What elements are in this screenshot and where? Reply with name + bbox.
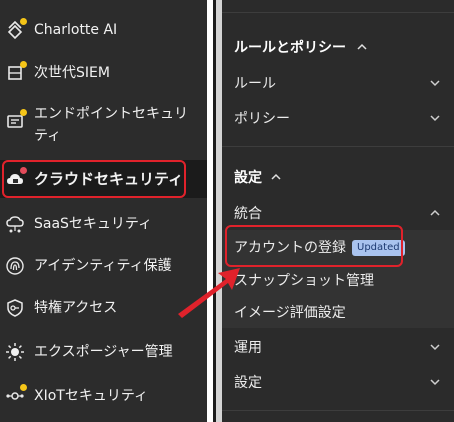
screenshot-root: Charlotte AI 次世代SIEM エンドポイントセキュリ ティ クラウド…: [0, 0, 454, 422]
chevron-down-icon: [430, 379, 440, 386]
main-sidebar: Charlotte AI 次世代SIEM エンドポイントセキュリ ティ クラウド…: [0, 0, 207, 422]
menu-item-settings[interactable]: 設定: [222, 367, 454, 397]
chevron-down-icon: [430, 115, 440, 122]
menu-item-label: ルール: [234, 76, 276, 92]
fingerprint-icon: [4, 255, 26, 277]
notification-dot: [20, 18, 27, 25]
chevron-up-icon: [430, 209, 440, 216]
menu-item-operations[interactable]: 運用: [222, 332, 454, 362]
highlight-box-cloud-security: [2, 160, 186, 198]
menu-item-snapshot-management[interactable]: スナップショット管理: [222, 265, 454, 295]
chevron-up-icon: [357, 43, 367, 50]
sidebar-item-xiot-security[interactable]: XIoTセキュリティ: [0, 384, 207, 408]
sidebar-item-exposure-management[interactable]: エクスポージャー管理: [0, 340, 207, 364]
divider: [222, 146, 454, 147]
section-rules-and-policies[interactable]: ルールとポリシー: [222, 32, 454, 62]
sidebar-item-saas-security[interactable]: SaaSセキュリティ: [0, 212, 207, 236]
sidebar-item-label: 特権アクセス: [34, 300, 118, 316]
menu-item-label: 設定: [234, 375, 262, 391]
divider: [222, 410, 454, 411]
menu-item-label: スナップショット管理: [234, 273, 374, 289]
saas-cloud-icon: [4, 213, 26, 235]
menu-item-label: 運用: [234, 340, 262, 356]
sidebar-item-label: エクスポージャー管理: [34, 344, 173, 360]
charlotte-ai-icon: [4, 18, 27, 41]
menu-item-label: 統合: [234, 206, 262, 222]
cloud-security-submenu: ルールとポリシー ルール ポリシー 設定 統合 アカウントの登録 Updated…: [222, 0, 454, 422]
chevron-up-icon: [271, 173, 281, 180]
menu-item-integration[interactable]: 統合: [222, 198, 454, 228]
iot-nodes-icon: [4, 384, 27, 407]
endpoint-icon: [4, 109, 27, 132]
sidebar-item-label-line1: エンドポイントセキュリ: [34, 106, 188, 122]
section-settings[interactable]: 設定: [222, 162, 454, 192]
sidebar-item-endpoint-security[interactable]: エンドポイントセキュリ ティ: [0, 100, 207, 146]
notification-dot: [20, 61, 27, 68]
chevron-down-icon: [430, 344, 440, 351]
sidebar-item-privileged-access[interactable]: 特権アクセス: [0, 296, 207, 320]
sidebar-item-label: Charlotte AI: [34, 22, 118, 38]
menu-item-label: イメージ評価設定: [234, 305, 346, 321]
sidebar-item-label: 次世代SIEM: [34, 65, 110, 81]
sidebar-item-siem[interactable]: 次世代SIEM: [0, 61, 207, 85]
sun-icon: [4, 341, 26, 363]
siem-icon: [4, 61, 27, 84]
divider: [222, 12, 454, 13]
sidebar-item-label: SaaSセキュリティ: [34, 216, 153, 232]
sidebar-item-label: アイデンティティ保護: [34, 258, 172, 274]
sidebar-item-label: XIoTセキュリティ: [34, 388, 148, 404]
menu-item-rules[interactable]: ルール: [222, 68, 454, 98]
shield-key-icon: [4, 297, 26, 319]
menu-item-image-evaluation-settings[interactable]: イメージ評価設定: [222, 297, 454, 327]
sidebar-item-identity-protection[interactable]: アイデンティティ保護: [0, 254, 207, 278]
notification-dot: [20, 109, 27, 116]
menu-item-label: ポリシー: [234, 111, 290, 127]
section-title: ルールとポリシー: [234, 40, 346, 56]
menu-item-policies[interactable]: ポリシー: [222, 103, 454, 133]
sidebar-item-charlotte-ai[interactable]: Charlotte AI: [0, 18, 207, 42]
highlight-box-account-registration: [225, 225, 403, 267]
notification-dot: [20, 384, 27, 391]
section-title: 設定: [234, 170, 262, 186]
chevron-down-icon: [430, 80, 440, 87]
sidebar-item-label-line2: ティ: [34, 128, 62, 144]
